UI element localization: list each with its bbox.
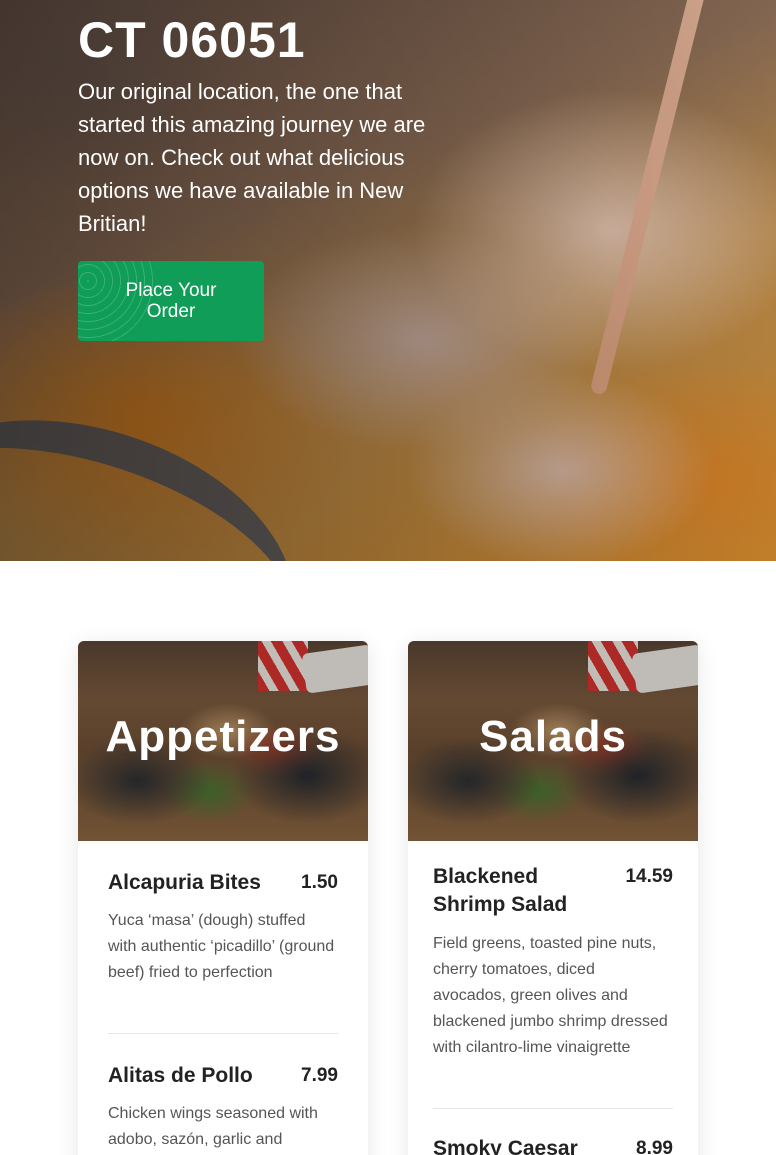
menu-item-price: 14.59 [625, 866, 673, 887]
hero-banner: CT 06051 Our original location, the one … [0, 0, 776, 561]
menu-item-name: Blackened Shrimp Salad [433, 865, 568, 916]
menu-item-description: Field greens, toasted pine nuts, cherry … [433, 935, 668, 1056]
location-description: Our original location, the one that star… [78, 79, 426, 236]
location-title: CT 06051 [78, 12, 306, 68]
appetizers-image: Appetizers [78, 641, 368, 841]
place-order-button[interactable]: Place Your Order [78, 261, 264, 341]
category-title: Salads [479, 712, 627, 761]
menu-item-price: 7.99 [301, 1065, 338, 1086]
menu-item-name: Alcapuria Bites [108, 871, 261, 894]
menu-item-name: Alitas de Pollo [108, 1064, 253, 1087]
category-title: Appetizers [105, 712, 341, 761]
menu-card-salads: Salads Blackened Shrimp Salad 14.59 Fiel… [408, 641, 698, 1155]
menu-item-description: Yuca ‘masa’ (dough) stuffed with authent… [108, 912, 335, 981]
salads-image: Salads [408, 641, 698, 841]
place-order-label: Place Your Order [125, 280, 217, 322]
menu-item[interactable]: Smoky Caesar 8.99 [433, 1135, 673, 1155]
menu-card-appetizers: Appetizers Alcapuria Bites 1.50 Yuca ‘ma… [78, 641, 368, 1155]
menu-item-divider [108, 1033, 338, 1034]
menu-item-price: 1.50 [301, 872, 338, 893]
menu-item-price: 8.99 [636, 1138, 673, 1155]
menu-item[interactable]: Alcapuria Bites 1.50 Yuca ‘masa’ (dough)… [108, 867, 338, 1027]
menu-item[interactable]: Blackened Shrimp Salad 14.59 Field green… [433, 863, 673, 1093]
menu-item[interactable]: Alitas de Pollo 7.99 Chicken wings seaso… [108, 1060, 338, 1155]
menu-item-divider [433, 1108, 673, 1109]
menu-item-name: Smoky Caesar [433, 1137, 578, 1155]
menu-item-description: Chicken wings seasoned with adobo, sazón… [108, 1105, 318, 1148]
